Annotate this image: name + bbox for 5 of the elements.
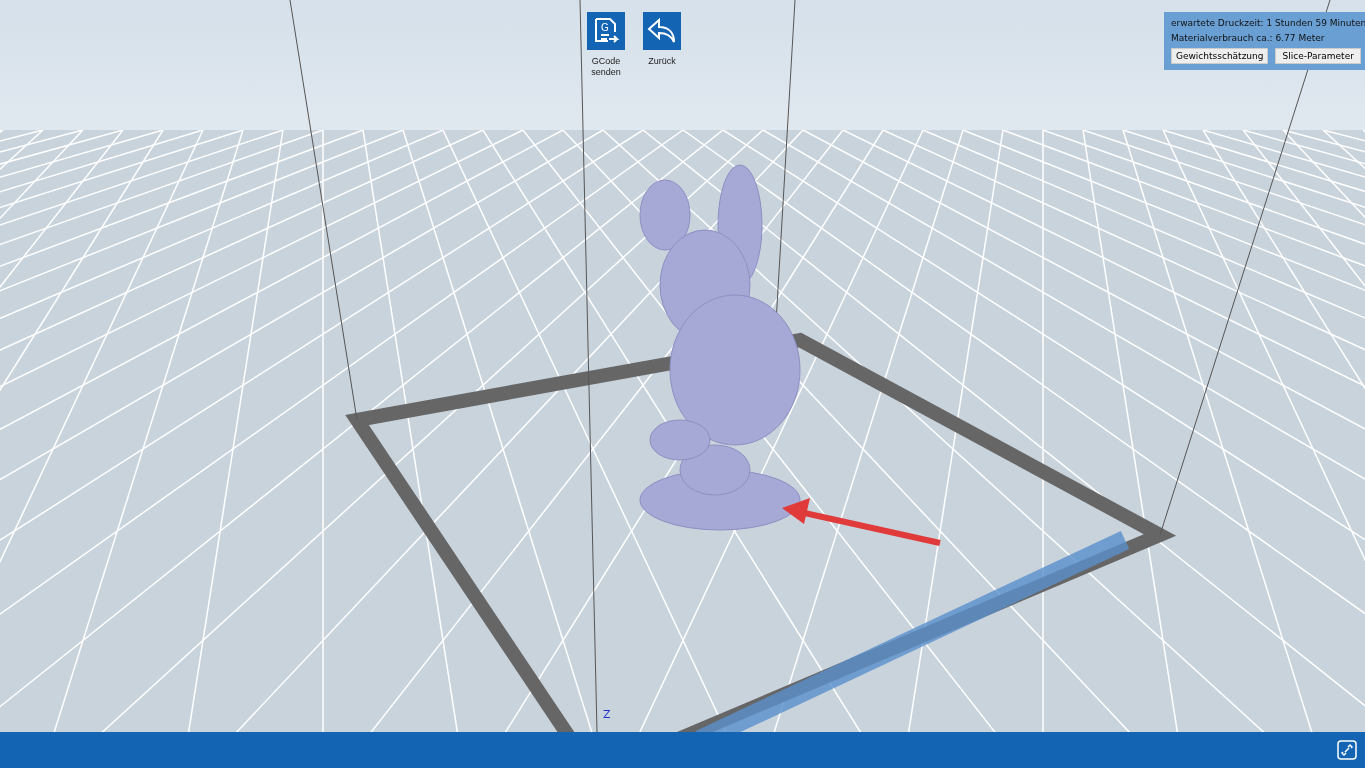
axis-label: Z — [603, 708, 611, 721]
panel-button[interactable]: Gewichtsschätzung — [1171, 48, 1269, 64]
back-arrow-icon — [647, 17, 677, 45]
material-text: Materialverbrauch ca.: 6.77 Meter — [1171, 33, 1326, 43]
panel-button[interactable]: Slice-Parameter — [1275, 48, 1361, 64]
